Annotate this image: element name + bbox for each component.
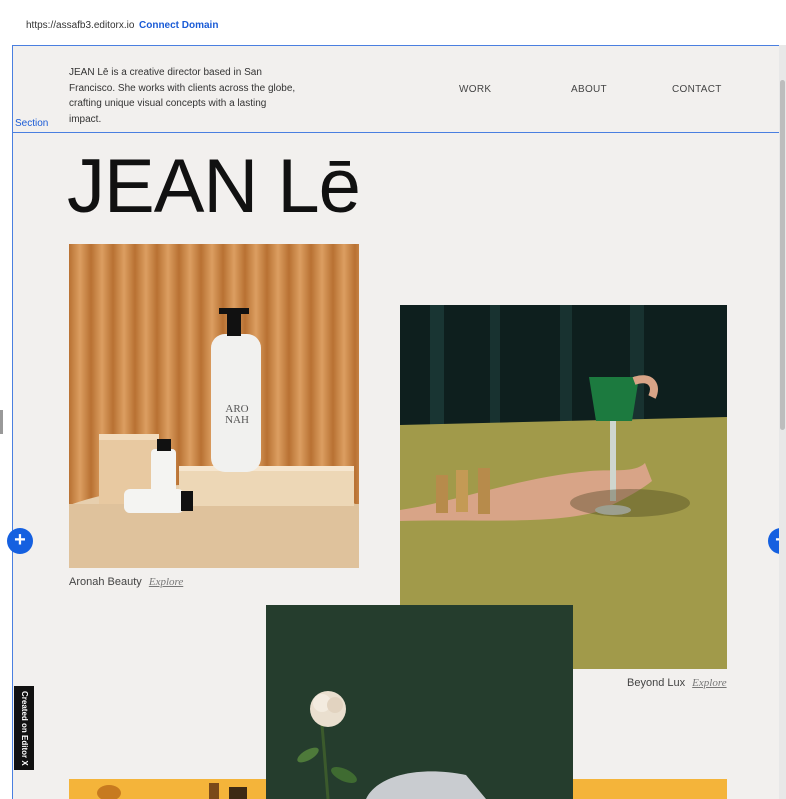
project-title: Beyond Lux [627, 677, 686, 689]
nav-work[interactable]: WORK [459, 84, 491, 95]
connect-domain-link[interactable]: Connect Domain [139, 20, 218, 31]
header-section[interactable]: Section JEAN Lē is a creative director b… [13, 45, 780, 133]
created-on-editorx-badge[interactable]: Created on Editor X [14, 686, 34, 770]
explore-link[interactable]: Explore [149, 576, 183, 588]
site-canvas: Section JEAN Lē is a creative director b… [12, 45, 781, 799]
project-caption-aronah: Aronah Beauty Explore [69, 576, 183, 588]
aronah-product-photo [69, 244, 359, 568]
scrollbar-thumb[interactable] [780, 80, 785, 430]
site-logo[interactable]: JEAN Lē [67, 147, 361, 227]
rose-photo [266, 605, 573, 799]
bottle-label: ARO NAH [225, 403, 249, 426]
site-url[interactable]: https://assafb3.editorx.io [26, 20, 134, 31]
bio-text: JEAN Lē is a creative director based in … [69, 67, 296, 125]
project-caption-beyond-lux: Beyond Lux Explore [627, 677, 727, 689]
explore-link[interactable]: Explore [692, 677, 726, 689]
project-image-rose[interactable] [266, 605, 573, 799]
section-label: Section [15, 118, 49, 129]
browser-url-bar: https://assafb3.editorx.io Connect Domai… [0, 0, 786, 45]
project-image-aronah[interactable]: ARO NAH [69, 244, 359, 568]
nav-contact[interactable]: CONTACT [672, 84, 722, 95]
project-title: Aronah Beauty [69, 576, 142, 588]
resize-handle-left[interactable] [0, 410, 3, 434]
add-section-button-left[interactable]: + [7, 528, 33, 554]
nav-about[interactable]: ABOUT [571, 84, 607, 95]
